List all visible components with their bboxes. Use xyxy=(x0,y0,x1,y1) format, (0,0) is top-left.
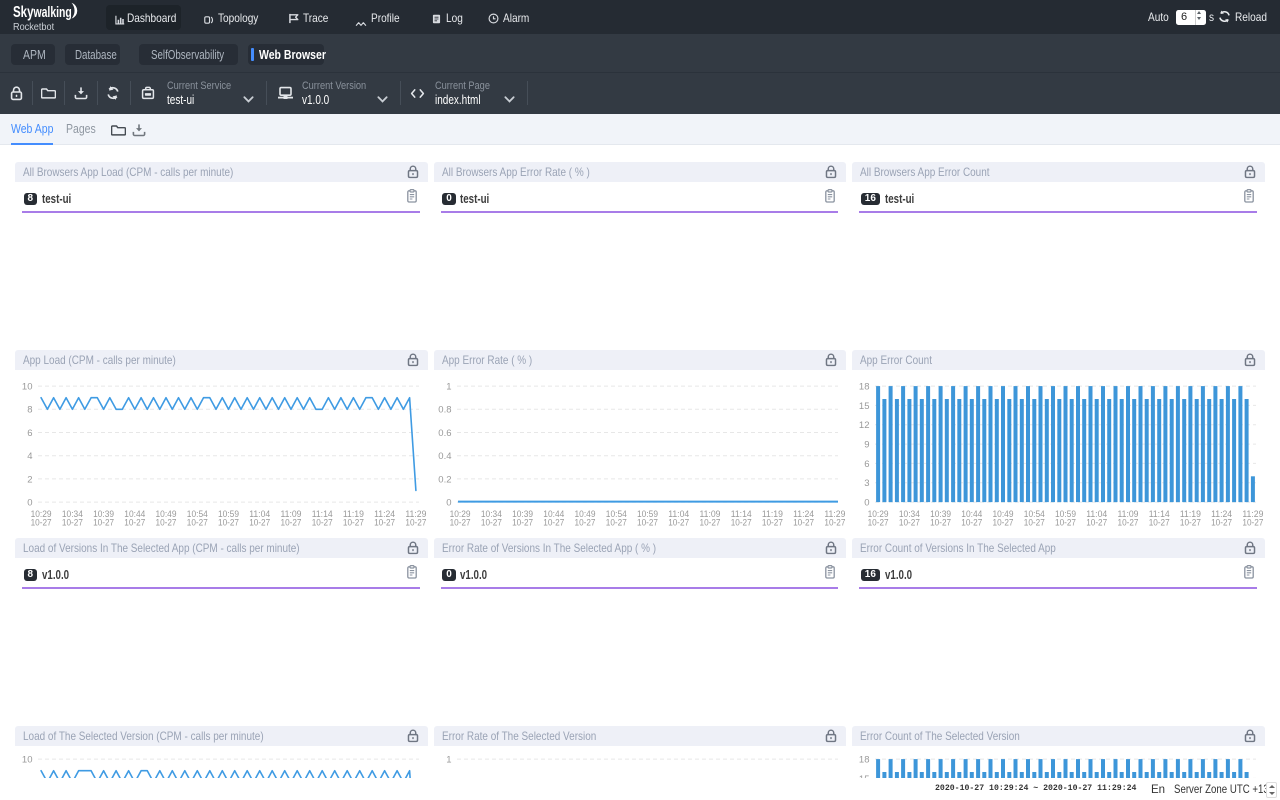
svg-text:10-27: 10-27 xyxy=(374,517,395,528)
svg-text:10-27: 10-27 xyxy=(1055,517,1076,528)
svg-text:18: 18 xyxy=(859,381,870,392)
svg-text:10-27: 10-27 xyxy=(93,517,114,528)
svg-text:10-27: 10-27 xyxy=(899,517,920,528)
svg-text:10-27: 10-27 xyxy=(543,517,564,528)
svg-text:10-27: 10-27 xyxy=(449,517,470,528)
svg-text:10-27: 10-27 xyxy=(1118,517,1139,528)
svg-text:1: 1 xyxy=(446,754,451,765)
svg-text:0.8: 0.8 xyxy=(438,404,451,415)
svg-text:10-27: 10-27 xyxy=(218,517,239,528)
svg-text:9: 9 xyxy=(865,439,870,450)
svg-text:15: 15 xyxy=(859,400,870,411)
svg-text:0: 0 xyxy=(446,497,451,508)
svg-text:3: 3 xyxy=(865,478,870,489)
svg-text:10-27: 10-27 xyxy=(31,517,52,528)
svg-text:10-27: 10-27 xyxy=(249,517,270,528)
svg-text:10-27: 10-27 xyxy=(637,517,658,528)
svg-text:10-27: 10-27 xyxy=(730,517,751,528)
svg-text:10-27: 10-27 xyxy=(156,517,177,528)
svg-text:10: 10 xyxy=(22,754,33,765)
svg-text:0.4: 0.4 xyxy=(438,451,451,462)
svg-text:6: 6 xyxy=(865,458,870,469)
svg-text:10-27: 10-27 xyxy=(481,517,502,528)
svg-text:12: 12 xyxy=(859,420,870,431)
svg-text:0: 0 xyxy=(865,497,870,508)
svg-text:10-27: 10-27 xyxy=(1180,517,1201,528)
svg-text:10-27: 10-27 xyxy=(281,517,302,528)
svg-text:10-27: 10-27 xyxy=(187,517,208,528)
svg-text:10-27: 10-27 xyxy=(1086,517,1107,528)
svg-text:10-27: 10-27 xyxy=(962,517,983,528)
svg-text:10-27: 10-27 xyxy=(574,517,595,528)
svg-text:10-27: 10-27 xyxy=(124,517,145,528)
svg-text:10-27: 10-27 xyxy=(762,517,783,528)
svg-text:0.6: 0.6 xyxy=(438,427,451,438)
svg-text:10-27: 10-27 xyxy=(824,517,845,528)
svg-text:10-27: 10-27 xyxy=(62,517,83,528)
svg-text:0: 0 xyxy=(27,497,32,508)
svg-text:10-27: 10-27 xyxy=(1211,517,1232,528)
svg-text:4: 4 xyxy=(27,451,32,462)
svg-text:10-27: 10-27 xyxy=(699,517,720,528)
svg-text:10-27: 10-27 xyxy=(405,517,426,528)
svg-text:10-27: 10-27 xyxy=(605,517,626,528)
svg-text:10-27: 10-27 xyxy=(512,517,533,528)
svg-text:10-27: 10-27 xyxy=(930,517,951,528)
svg-text:10-27: 10-27 xyxy=(1149,517,1170,528)
svg-text:10: 10 xyxy=(22,381,33,392)
svg-text:2: 2 xyxy=(27,474,32,485)
svg-text:10-27: 10-27 xyxy=(312,517,333,528)
svg-text:10-27: 10-27 xyxy=(668,517,689,528)
svg-text:10-27: 10-27 xyxy=(1024,517,1045,528)
svg-text:18: 18 xyxy=(859,754,870,765)
svg-text:10-27: 10-27 xyxy=(868,517,889,528)
svg-text:10-27: 10-27 xyxy=(993,517,1014,528)
svg-text:8: 8 xyxy=(27,404,32,415)
svg-text:6: 6 xyxy=(27,427,32,438)
svg-text:0.2: 0.2 xyxy=(438,474,451,485)
svg-text:10-27: 10-27 xyxy=(1243,517,1264,528)
svg-text:10-27: 10-27 xyxy=(793,517,814,528)
svg-text:1: 1 xyxy=(446,381,451,392)
svg-text:10-27: 10-27 xyxy=(343,517,364,528)
